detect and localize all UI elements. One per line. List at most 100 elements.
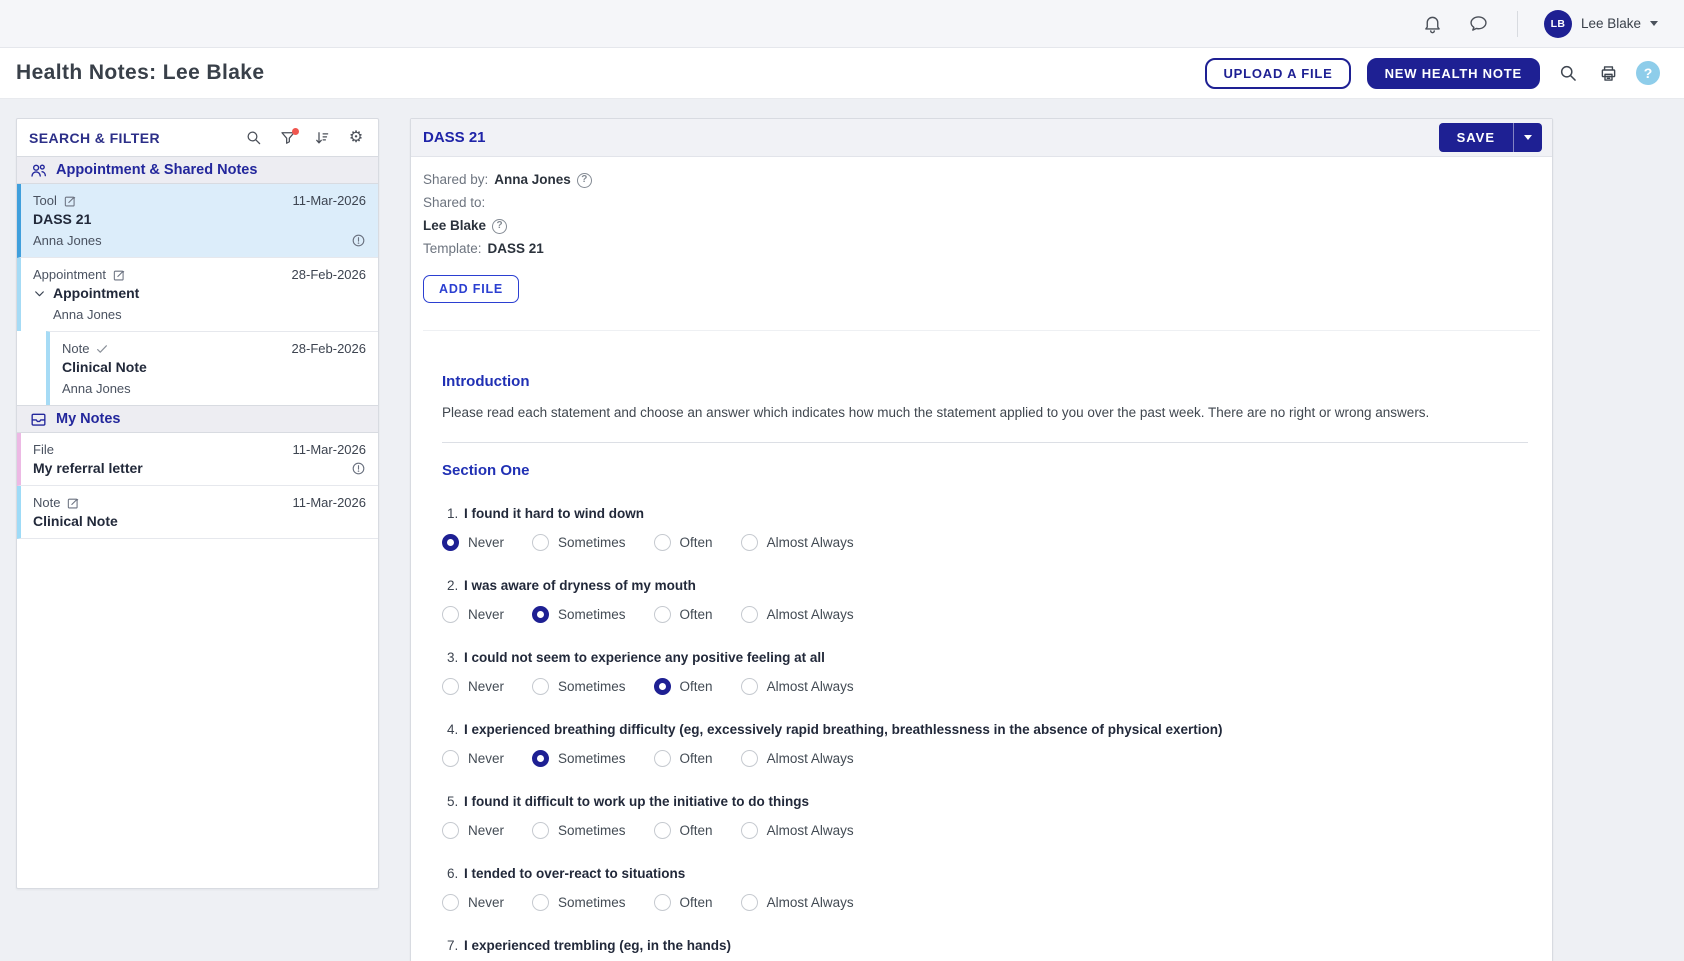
section-label: My Notes (56, 411, 120, 427)
radio-option[interactable]: Almost Always (741, 750, 854, 767)
help-icon[interactable]: ? (1636, 61, 1660, 85)
radio-button[interactable] (654, 894, 671, 911)
intro-text: Please read each statement and choose an… (442, 404, 1528, 422)
radio-button[interactable] (442, 750, 459, 767)
radio-button[interactable] (532, 894, 549, 911)
radio-button[interactable] (741, 894, 758, 911)
radio-option[interactable]: Often (654, 822, 713, 839)
search-icon[interactable] (1556, 61, 1580, 85)
radio-button[interactable] (654, 606, 671, 623)
radio-label: Sometimes (558, 679, 626, 694)
new-health-note-button[interactable]: NEW HEALTH NOTE (1367, 58, 1540, 89)
radio-option[interactable]: Almost Always (741, 534, 854, 551)
question-circle-icon[interactable]: ? (577, 173, 592, 188)
question-number: 2. (447, 578, 464, 593)
radio-button[interactable] (654, 534, 671, 551)
info-icon[interactable] (351, 461, 366, 476)
radio-option[interactable]: Sometimes (532, 750, 626, 767)
search-icon[interactable] (244, 128, 264, 148)
radio-button[interactable] (442, 534, 459, 551)
notifications-icon[interactable] (1421, 12, 1445, 36)
sidebar-title: SEARCH & FILTER (29, 130, 160, 146)
radio-label: Almost Always (767, 535, 854, 550)
radio-button[interactable] (741, 750, 758, 767)
sort-icon[interactable] (312, 128, 332, 148)
radio-button[interactable] (442, 822, 459, 839)
radio-label: Almost Always (767, 823, 854, 838)
save-button[interactable]: SAVE (1439, 123, 1514, 152)
print-icon[interactable] (1596, 61, 1620, 85)
radio-label: Never (468, 751, 504, 766)
note-item-clinical-note[interactable]: Note 11-Mar-2026 Clinical Note (17, 486, 378, 539)
radio-button[interactable] (532, 678, 549, 695)
chevron-down-icon[interactable] (33, 287, 46, 300)
radio-option[interactable]: Never (442, 894, 504, 911)
divider (442, 442, 1528, 443)
radio-button[interactable] (654, 822, 671, 839)
radio-button[interactable] (741, 534, 758, 551)
radio-label: Almost Always (767, 679, 854, 694)
radio-button[interactable] (532, 750, 549, 767)
messages-icon[interactable] (1467, 12, 1491, 36)
item-title-text: Appointment (53, 285, 139, 301)
item-date: 11-Mar-2026 (293, 495, 366, 510)
radio-button[interactable] (442, 606, 459, 623)
radio-option[interactable]: Almost Always (741, 606, 854, 623)
question: 5. I found it difficult to work up the i… (442, 794, 1528, 839)
item-date: 28-Feb-2026 (292, 341, 366, 356)
section-appointment-shared-notes[interactable]: Appointment & Shared Notes (17, 156, 378, 184)
radio-button[interactable] (442, 678, 459, 695)
radio-option[interactable]: Almost Always (741, 894, 854, 911)
user-menu[interactable]: LB Lee Blake (1544, 10, 1658, 38)
radio-option[interactable]: Never (442, 750, 504, 767)
radio-button[interactable] (532, 534, 549, 551)
radio-option[interactable]: Sometimes (532, 822, 626, 839)
edit-icon (66, 496, 80, 510)
template-label: Template: (423, 240, 482, 258)
radio-option[interactable]: Often (654, 606, 713, 623)
add-file-button[interactable]: ADD FILE (423, 275, 519, 303)
upload-file-button[interactable]: UPLOAD A FILE (1205, 58, 1350, 89)
radio-button[interactable] (741, 822, 758, 839)
radio-option[interactable]: Almost Always (741, 822, 854, 839)
note-item-appointment[interactable]: Appointment 28-Feb-2026 Appointment Anna… (17, 258, 378, 331)
radio-option[interactable]: Never (442, 678, 504, 695)
questions: 1. I found it hard to wind down NeverSom… (442, 506, 1528, 961)
note-item-dass21[interactable]: Tool 11-Mar-2026 DASS 21 Anna Jones (17, 184, 378, 258)
radio-option[interactable]: Almost Always (741, 678, 854, 695)
radio-option[interactable]: Often (654, 894, 713, 911)
radio-button[interactable] (532, 606, 549, 623)
radio-option[interactable]: Never (442, 606, 504, 623)
note-meta: Shared by: Anna Jones ? Shared to: Lee B… (411, 157, 1552, 331)
radio-button[interactable] (741, 606, 758, 623)
radio-button[interactable] (532, 822, 549, 839)
radio-option[interactable]: Never (442, 822, 504, 839)
radio-option[interactable]: Sometimes (532, 534, 626, 551)
question-circle-icon[interactable]: ? (492, 219, 507, 234)
save-dropdown-button[interactable] (1514, 123, 1542, 152)
section-my-notes[interactable]: My Notes (17, 405, 378, 433)
radio-button[interactable] (741, 678, 758, 695)
radio-option[interactable]: Often (654, 750, 713, 767)
radio-option[interactable]: Never (442, 534, 504, 551)
info-icon[interactable] (351, 233, 366, 248)
radio-option[interactable]: Sometimes (532, 678, 626, 695)
radio-label: Often (680, 535, 713, 550)
radio-label: Almost Always (767, 607, 854, 622)
question-number: 1. (447, 506, 464, 521)
radio-option[interactable]: Often (654, 678, 713, 695)
radio-label: Often (680, 823, 713, 838)
radio-button[interactable] (654, 678, 671, 695)
radio-option[interactable]: Often (654, 534, 713, 551)
note-item-referral-letter[interactable]: File 11-Mar-2026 My referral letter (17, 433, 378, 486)
question-text: I experienced breathing difficulty (eg, … (464, 722, 1223, 737)
radio-button[interactable] (442, 894, 459, 911)
note-title: DASS 21 (423, 129, 486, 146)
filter-icon[interactable] (278, 128, 298, 148)
radio-option[interactable]: Sometimes (532, 606, 626, 623)
radio-option[interactable]: Sometimes (532, 894, 626, 911)
radio-button[interactable] (654, 750, 671, 767)
question-text: I was aware of dryness of my mouth (464, 578, 696, 593)
settings-icon[interactable]: ⚙ (346, 128, 366, 148)
note-item-clinical-note-nested[interactable]: Note 28-Feb-2026 Clinical Note Anna Jone… (46, 331, 378, 405)
